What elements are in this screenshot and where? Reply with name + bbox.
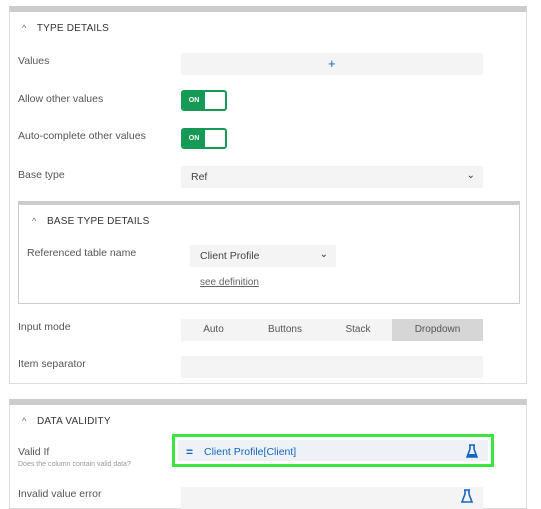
invalid-value-error-label: Invalid value error — [18, 488, 102, 500]
type-details-header[interactable]: ^ TYPE DETAILS — [22, 23, 109, 34]
base-type-details-header[interactable]: ^ BASE TYPE DETAILS — [32, 216, 150, 227]
input-mode-stack[interactable]: Stack — [324, 319, 392, 341]
valid-if-expression: Client Profile[Client] — [204, 446, 297, 458]
referenced-table-label: Referenced table name — [27, 247, 137, 259]
base-type-select[interactable]: Ref ⌄ — [181, 166, 483, 188]
valid-if-label: Valid If Does the column contain valid d… — [18, 446, 131, 469]
autocomplete-label: Auto-complete other values — [18, 130, 146, 142]
autocomplete-toggle[interactable]: ON — [181, 128, 227, 149]
values-field[interactable]: + — [181, 53, 483, 75]
valid-if-sublabel: Does the column contain valid data? — [18, 461, 131, 468]
item-separator-input[interactable] — [181, 356, 483, 378]
values-label: Values — [18, 55, 50, 67]
toggle-on-label: ON — [183, 130, 205, 147]
referenced-table-select[interactable]: Client Profile ⌄ — [190, 245, 336, 267]
chevron-up-icon: ^ — [22, 23, 27, 33]
equals-icon: = — [186, 445, 194, 459]
input-mode-dropdown[interactable]: Dropdown — [392, 319, 483, 341]
toggle-on-label: ON — [183, 92, 205, 109]
data-validity-header[interactable]: ^ DATA VALIDITY — [22, 416, 111, 427]
input-mode-auto[interactable]: Auto — [181, 319, 246, 341]
flask-icon[interactable] — [460, 489, 474, 509]
allow-other-values-toggle[interactable]: ON — [181, 90, 227, 111]
input-mode-label: Input mode — [18, 321, 71, 333]
chevron-up-icon: ^ — [32, 216, 37, 226]
input-mode-segmented[interactable]: Auto Buttons Stack Dropdown — [181, 319, 483, 341]
chevron-down-icon: ⌄ — [466, 170, 475, 181]
add-value-icon[interactable]: + — [328, 56, 336, 71]
base-type-label: Base type — [18, 169, 65, 181]
invalid-value-error-field[interactable] — [181, 487, 483, 509]
input-mode-buttons[interactable]: Buttons — [246, 319, 324, 341]
see-definition-link[interactable]: see definition — [200, 277, 259, 288]
chevron-up-icon: ^ — [22, 416, 27, 426]
item-separator-label: Item separator — [18, 358, 86, 370]
allow-other-values-label: Allow other values — [18, 93, 104, 105]
base-type-value: Ref — [191, 171, 208, 183]
referenced-table-value: Client Profile — [200, 250, 260, 262]
chevron-down-icon: ⌄ — [319, 249, 328, 260]
flask-icon[interactable] — [465, 444, 479, 464]
valid-if-expression-field[interactable]: = Client Profile[Client] — [172, 434, 494, 467]
